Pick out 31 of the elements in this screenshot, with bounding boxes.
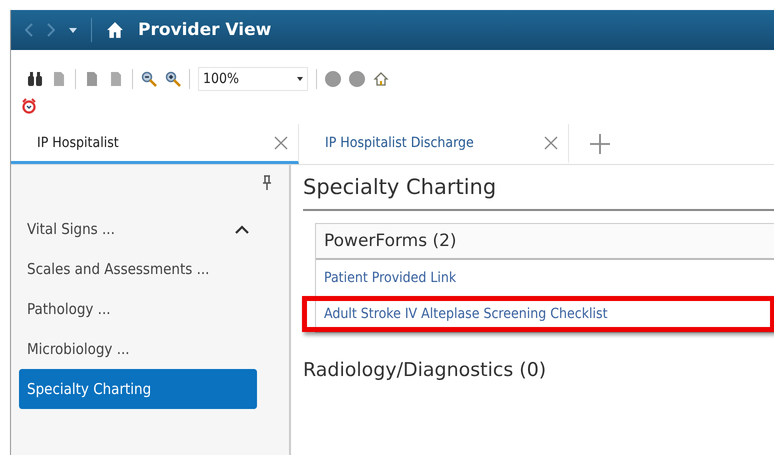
section-heading[interactable]: Radiology/Diagnostics (0)	[303, 359, 774, 381]
close-icon[interactable]	[544, 136, 558, 150]
document-icon[interactable]	[84, 71, 100, 87]
dropdown-caret-icon[interactable]	[69, 28, 77, 32]
form-link[interactable]: Patient Provided Link	[324, 270, 456, 286]
circle-icon[interactable]	[349, 71, 365, 87]
sidebar-item[interactable]: Pathology ...	[19, 289, 257, 329]
sidebar-item[interactable]: Scales and Assessments ...	[19, 249, 257, 289]
add-tab-icon[interactable]	[589, 133, 611, 155]
close-icon[interactable]	[274, 136, 288, 150]
sidebar-item[interactable]: Microbiology ...	[19, 329, 257, 369]
collapse-chevron-icon[interactable]	[235, 224, 249, 234]
binoculars-icon[interactable]	[27, 71, 43, 87]
alarm-clock-icon[interactable]	[21, 98, 37, 114]
sidebar-item[interactable]: Specialty Charting	[19, 369, 257, 409]
caret-icon	[297, 77, 303, 81]
panel-header[interactable]: PowerForms (2)	[316, 224, 774, 260]
section-heading: Specialty Charting	[303, 175, 774, 211]
form-link[interactable]: Adult Stroke IV Alteplase Screening Checklist	[324, 306, 608, 322]
document-icon[interactable]	[51, 71, 67, 87]
tab[interactable]: IP Hospitalist Discharge	[299, 124, 569, 164]
window-title: Provider View	[138, 20, 272, 40]
zoom-in-icon[interactable]	[165, 71, 181, 87]
zoom-out-icon[interactable]	[141, 71, 157, 87]
zoom-dropdown[interactable]: 100%	[198, 67, 308, 91]
home-icon[interactable]	[373, 71, 389, 87]
pin-icon[interactable]	[263, 175, 271, 191]
sidebar-item[interactable]: Vital Signs ...	[19, 209, 257, 249]
circle-icon[interactable]	[325, 71, 341, 87]
document-icon[interactable]	[108, 71, 124, 87]
home-icon[interactable]	[106, 21, 124, 39]
